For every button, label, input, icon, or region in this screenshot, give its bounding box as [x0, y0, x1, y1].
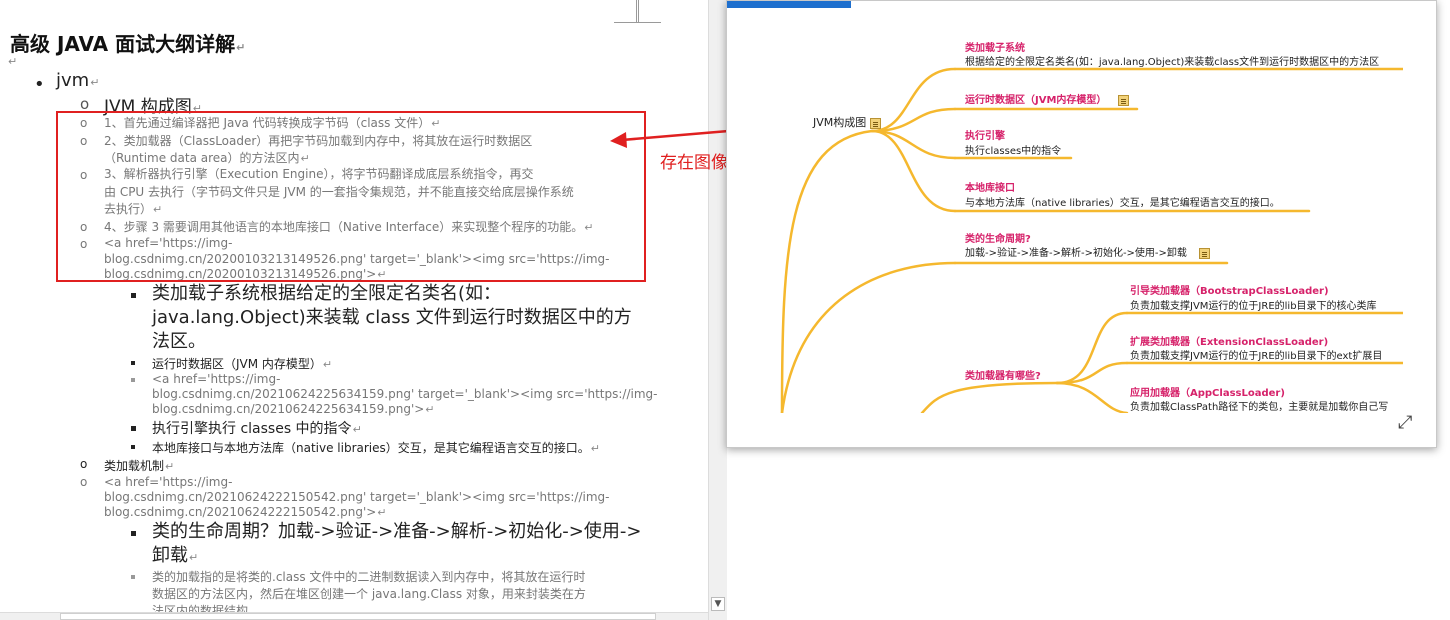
document-heading[interactable]: 高级 JAVA 面试大纲详解↵ [10, 28, 245, 57]
expand-icon[interactable]: ⤢ [1398, 412, 1412, 433]
node-app-loader-text: 负责加载ClassPath路径下的类包，主要就是加载你自己写 [1130, 402, 1389, 413]
highlight-box [56, 111, 646, 282]
list-item-jvm[interactable]: jvm↵ [56, 70, 99, 91]
bullet-circle: o [80, 457, 88, 471]
bullet-square [131, 293, 136, 298]
note-icon[interactable] [1118, 94, 1130, 106]
node-class-loader-subsystem-title[interactable]: 类加载子系统 [965, 39, 1025, 54]
bullet-circle: o [80, 475, 88, 489]
list-item-runtime-area[interactable]: 运行时数据区（JVM 内存模型）↵ [152, 355, 332, 372]
list-item-img3-end[interactable]: blog.csdnimg.cn/20210624222150542.png'>↵ [104, 504, 387, 521]
bullet-square [131, 378, 135, 382]
horizontal-scrollbar-thumb[interactable] [60, 613, 656, 620]
list-item-class-loader-subsystem[interactable]: 类加载子系统根据给定的全限定名类名(如： [152, 282, 501, 306]
bullet-square [131, 575, 135, 579]
node-native-lib-text: 与本地方法库（native libraries）交互，是其它编程语言交互的接口。 [965, 198, 1280, 209]
node-class-loaders-title[interactable]: 类加载器有哪些? [965, 367, 1041, 382]
bullet-square [131, 445, 135, 449]
empty-paragraph-mark: ↵ [8, 55, 18, 68]
scroll-down-arrow-icon[interactable]: ▼ [711, 597, 725, 611]
node-class-loader-subsystem-text: 根据给定的全限定名类名(如：java.lang.Object)来装载class文… [965, 57, 1380, 68]
node-extension-loader-text: 负责加载支撑JVM运行的位于JRE的lib目录下的ext扩展目 [1130, 351, 1383, 362]
node-exec-engine-text: 执行classes中的指令 [965, 146, 1062, 157]
document-page[interactable]: 高级 JAVA 面试大纲详解↵ ↵ • jvm↵ o JVM 构成图↵ o 1、… [0, 0, 708, 620]
node-app-loader-title[interactable]: 应用加载器（AppClassLoader) [1130, 384, 1285, 399]
node-lifecycle-text: 加载->验证->准备->解析->初始化->使用->卸载 [965, 244, 1210, 259]
list-item-exec-engine[interactable]: 执行引擎执行 classes 中的指令↵ [152, 418, 362, 438]
bullet-square [131, 361, 135, 365]
node-lifecycle-title[interactable]: 类的生命周期? [965, 230, 1031, 245]
bullet-dot: • [34, 74, 45, 95]
node-exec-engine-title[interactable]: 执行引擎 [965, 127, 1005, 142]
mindmap-preview-popup[interactable]: JVM构成图 类加载子系统 根据给定的全限定名类名(如：java.lang.Ob… [726, 0, 1437, 448]
node-bootstrap-loader-title[interactable]: 引导类加载器（BootstrapClassLoader) [1130, 282, 1329, 297]
mindmap-canvas[interactable]: JVM构成图 类加载子系统 根据给定的全限定名类名(如：java.lang.Ob… [727, 1, 1403, 413]
list-item-lifecycle[interactable]: 类的生命周期？加载->验证->准备->解析->初始化->使用-> [152, 520, 641, 544]
node-native-lib-title[interactable]: 本地库接口 [965, 179, 1015, 194]
page-corner-mark-right [636, 0, 661, 23]
bullet-square [131, 426, 136, 431]
vertical-scrollbar[interactable] [708, 0, 727, 620]
node-extension-loader-title[interactable]: 扩展类加载器（ExtensionClassLoader) [1130, 333, 1328, 348]
list-item-loading-desc[interactable]: 类的加载指的是将类的.class 文件中的二进制数据读入到内存中，将其放在运行时 [152, 569, 585, 586]
bullet-square [131, 531, 136, 536]
note-icon[interactable] [870, 117, 882, 129]
list-item-class-loader-cont[interactable]: java.lang.Object)来装载 class 文件到运行时数据区中的方 [152, 306, 632, 330]
list-item-loading-cont[interactable]: 数据区的方法区内，然后在堆区创建一个 java.lang.Class 对象，用来… [152, 586, 586, 603]
list-item-native-lib[interactable]: 本地库接口与本地方法库（native libraries）交互，是其它编程语言交… [152, 439, 600, 456]
list-item-img2-end[interactable]: blog.csdnimg.cn/20210624225634159.png'>↵ [152, 401, 435, 418]
mindmap-root-node[interactable]: JVM构成图 [813, 114, 882, 130]
node-runtime-area-title[interactable]: 运行时数据区（JVM内存模型） [965, 91, 1130, 106]
node-bootstrap-loader-text: 负责加载支撑JVM运行的位于JRE的lib目录下的核心类库 [1130, 301, 1377, 312]
list-item-lifecycle-end[interactable]: 卸载↵ [152, 544, 198, 570]
list-item-class-loader-end[interactable]: 法区。 [152, 330, 206, 354]
list-item-class-loading[interactable]: 类加载机制↵ [104, 457, 174, 474]
note-icon[interactable] [1198, 247, 1210, 259]
